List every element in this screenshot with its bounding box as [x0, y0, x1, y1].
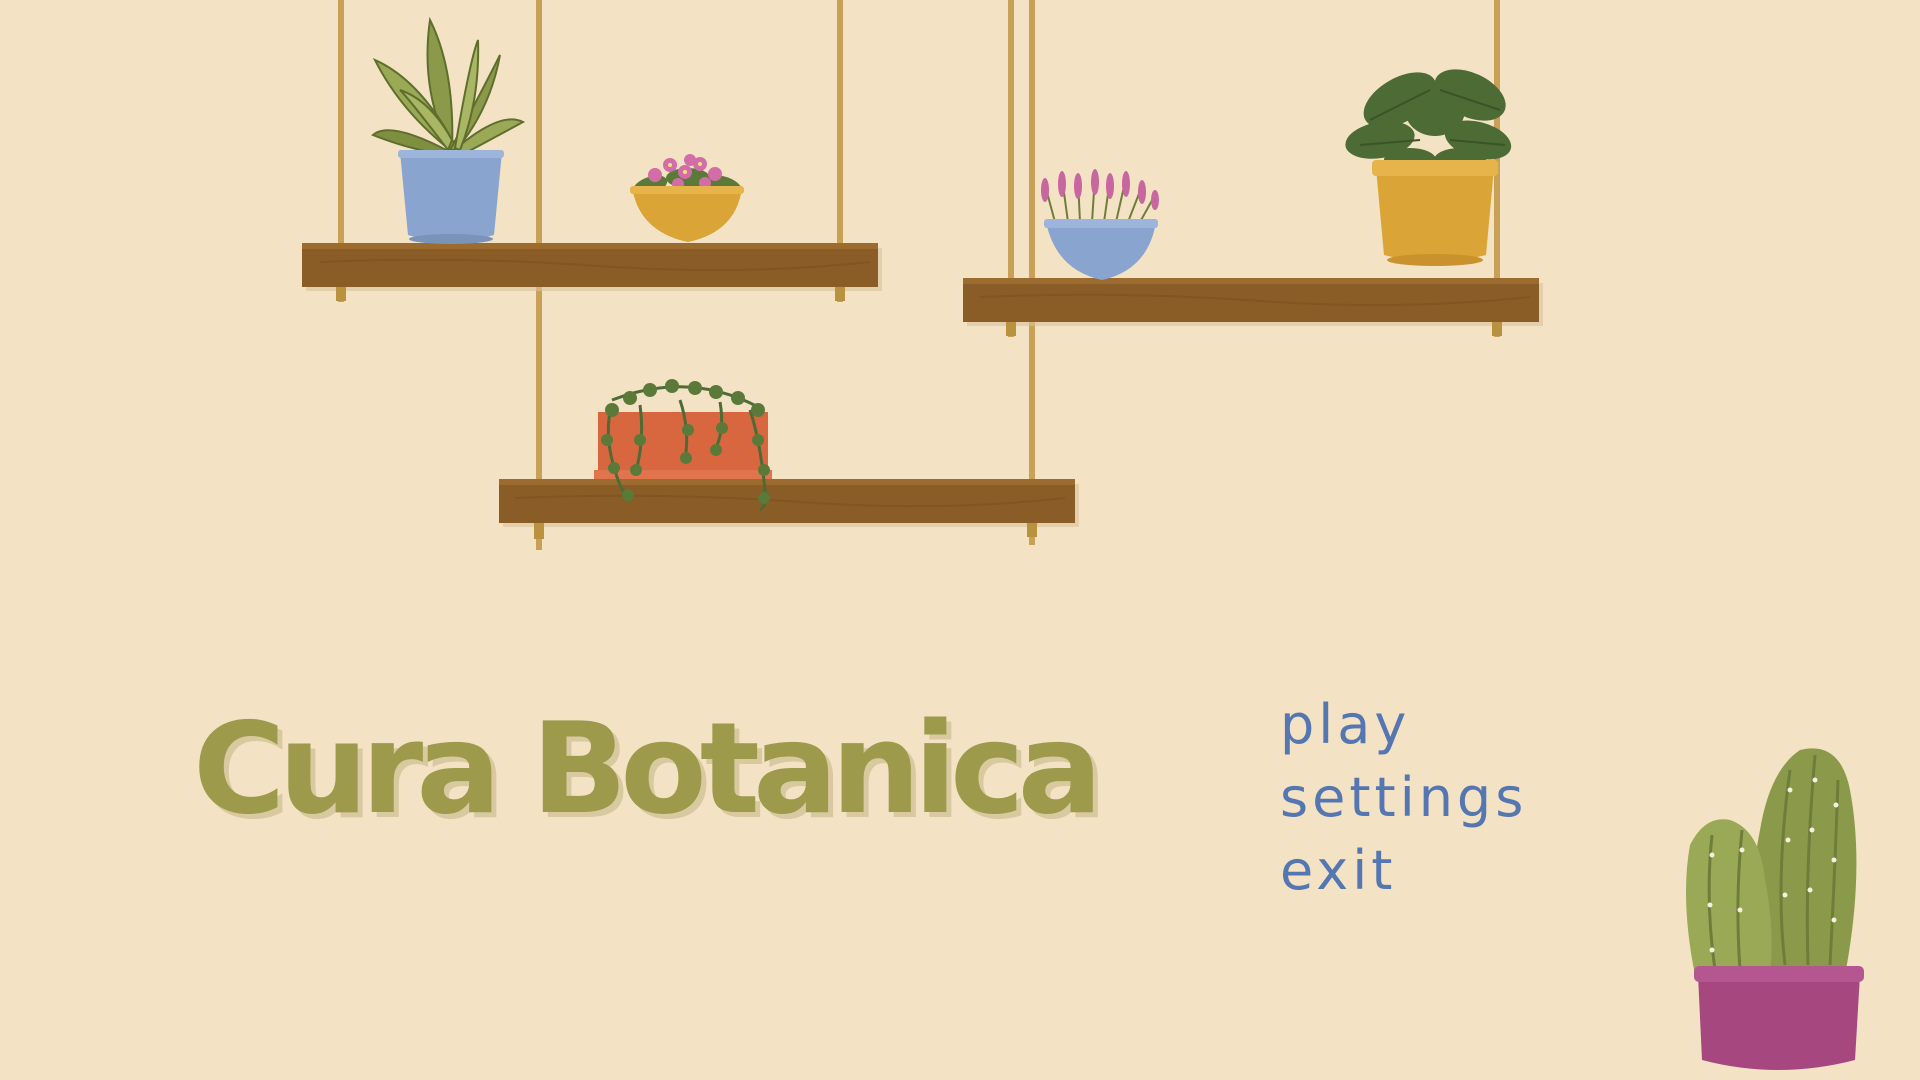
african-violet-in-yellow-bowl	[630, 154, 744, 242]
game-title: Cura Botanica	[193, 695, 1103, 842]
lavender-blooms	[1041, 169, 1159, 210]
lower-middle-shelf	[499, 479, 1079, 539]
lavender-in-blue-bowl	[1041, 169, 1159, 280]
background-scene	[302, 0, 1864, 1070]
right-shelf	[963, 278, 1543, 336]
dracaena-in-blue-pot	[371, 16, 526, 244]
play-button[interactable]: play	[1280, 688, 1527, 761]
rope-middle-shelf-right	[1029, 0, 1035, 545]
upper-left-shelf	[302, 243, 882, 301]
dracaena-leaves	[371, 16, 526, 160]
cactus-in-magenta-pot	[1686, 748, 1864, 1070]
main-menu: play settings exit	[1280, 688, 1527, 907]
cactus-body	[1686, 748, 1857, 975]
calathea-leaves	[1345, 69, 1512, 172]
calathea-in-yellow-pot	[1345, 69, 1512, 266]
settings-button[interactable]: settings	[1280, 761, 1527, 834]
exit-button[interactable]: exit	[1280, 834, 1527, 907]
